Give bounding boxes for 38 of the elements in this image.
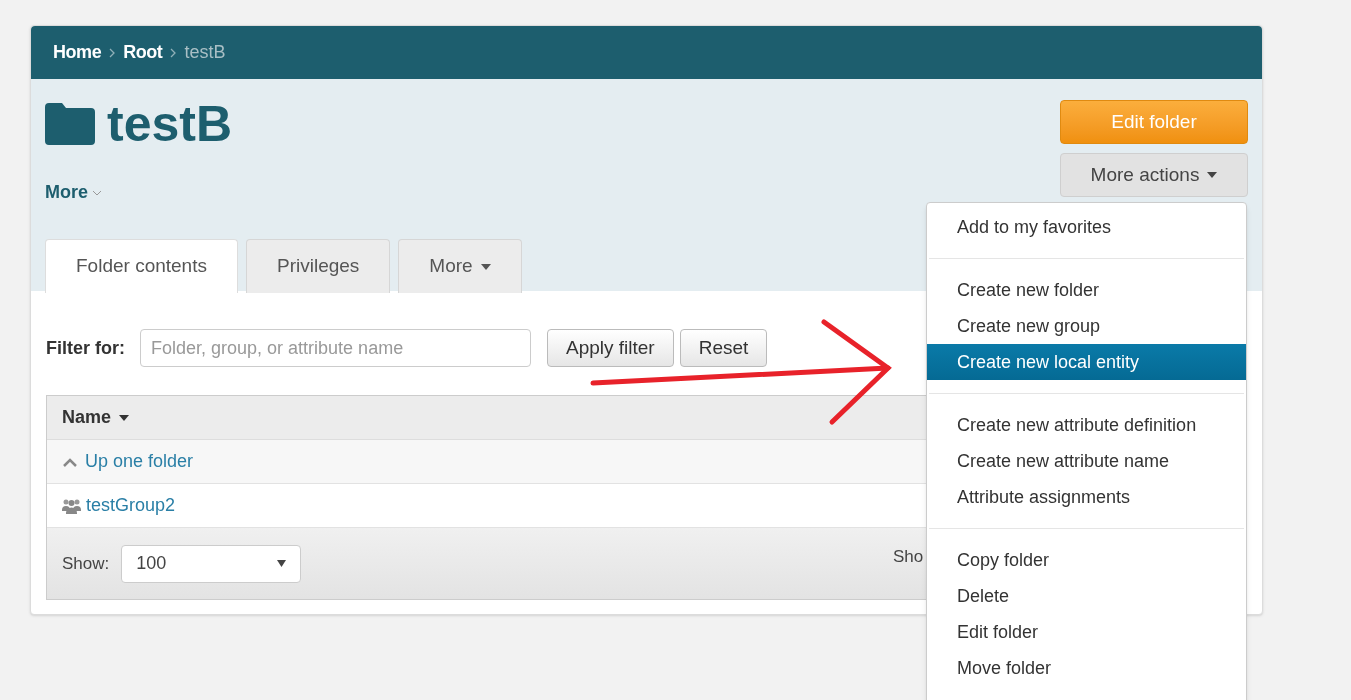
folder-icon [45, 103, 95, 145]
menu-item[interactable]: Create new attribute definition [927, 407, 1246, 443]
menu-item[interactable]: Move folder [927, 650, 1246, 686]
chevron-right-icon [109, 47, 116, 58]
show-select[interactable]: 100 [121, 544, 302, 583]
menu-item[interactable]: Create new attribute name [927, 443, 1246, 479]
menu-item[interactable]: Edit folder [927, 614, 1246, 650]
menu-item[interactable]: Attribute assignments [927, 479, 1246, 515]
breadcrumb-link[interactable]: Home [53, 39, 102, 66]
tab[interactable]: Folder contents [45, 239, 238, 293]
caret-icon [119, 414, 130, 421]
more-actions-button[interactable]: More actions [1060, 153, 1248, 197]
menu-item[interactable]: Copy folder [927, 542, 1246, 578]
tab[interactable]: More [398, 239, 522, 293]
menu-item[interactable]: Create new group [927, 308, 1246, 344]
menu-item[interactable]: Delete [927, 578, 1246, 614]
breadcrumb-link[interactable]: testB [184, 39, 226, 66]
chevron-right-icon [170, 47, 177, 58]
item-link[interactable]: testGroup2 [86, 492, 176, 519]
item-link[interactable]: Up one folder [85, 448, 194, 475]
apply-filter-button[interactable]: Apply filter [547, 329, 674, 367]
menu-item[interactable]: Create new local entity [927, 344, 1246, 380]
show-label: Show: [62, 552, 110, 575]
chevron-up-icon [62, 456, 78, 467]
tab[interactable]: Privileges [245, 239, 391, 293]
filter-label: Filter for: [46, 336, 125, 360]
footer-text: Sho [893, 546, 924, 568]
menu-item[interactable]: Create new folder [927, 272, 1246, 308]
more-link[interactable]: More [45, 179, 522, 206]
people-icon [62, 497, 81, 514]
menu-item[interactable]: Add to my favorites [927, 209, 1246, 245]
breadcrumb-link[interactable]: Root [123, 39, 163, 66]
page-title: testB [107, 99, 233, 149]
reset-button[interactable]: Reset [679, 329, 768, 367]
chevron-down-icon [92, 189, 102, 196]
caret-icon [1207, 172, 1218, 178]
filter-field[interactable]: Folder, group, or attribute name [140, 329, 531, 367]
dropdown-arrow-icon [277, 560, 287, 567]
